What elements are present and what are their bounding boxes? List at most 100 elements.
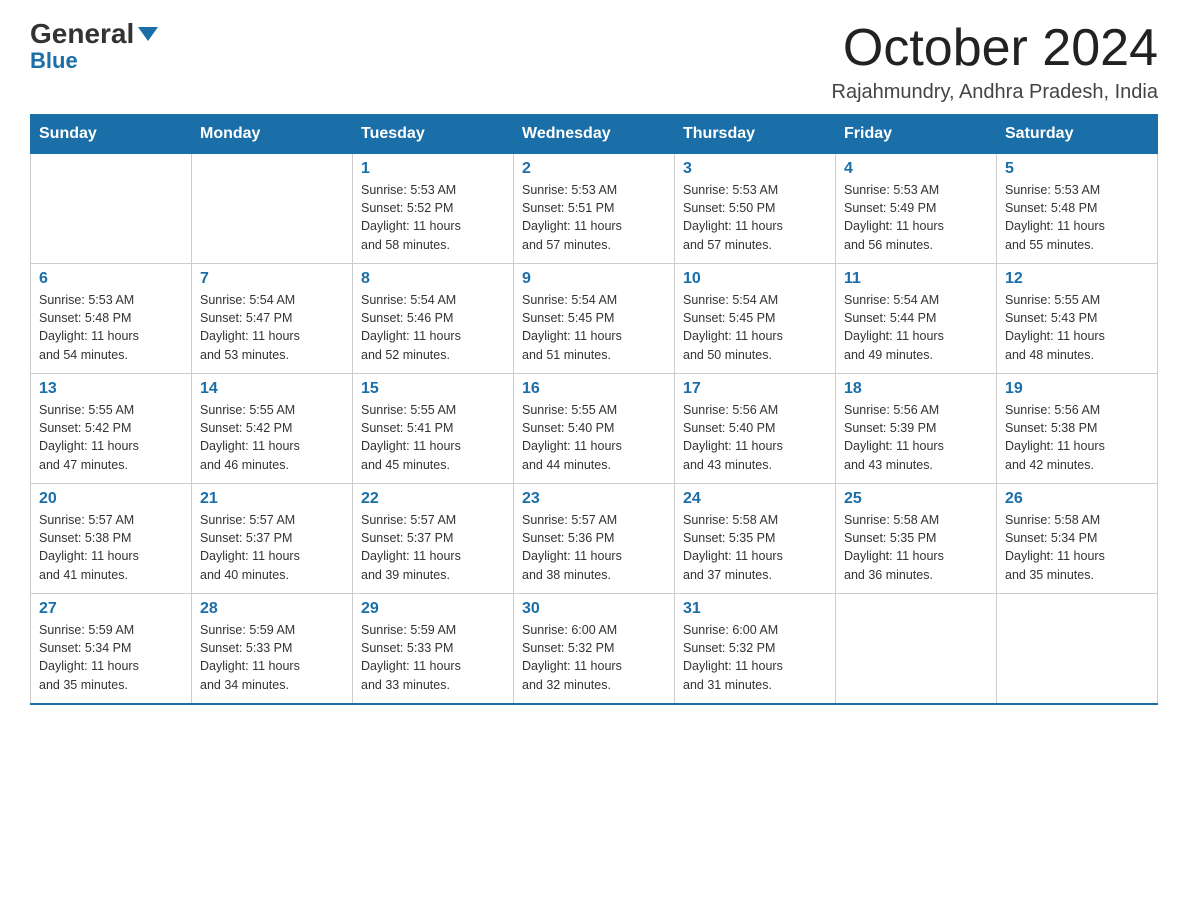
calendar-cell: 10 Sunrise: 5:54 AM Sunset: 5:45 PM Dayli… bbox=[675, 264, 836, 374]
day-number: 6 bbox=[39, 270, 183, 288]
day-info: Sunrise: 5:53 AM Sunset: 5:51 PM Dayligh… bbox=[522, 181, 666, 254]
calendar-cell: 30 Sunrise: 6:00 AM Sunset: 5:32 PM Dayli… bbox=[514, 594, 675, 704]
calendar-cell: 9 Sunrise: 5:54 AM Sunset: 5:45 PM Daylig… bbox=[514, 264, 675, 374]
calendar-cell: 31Sunrise: 6:00 AM Sunset: 5:32 PM Dayli… bbox=[675, 594, 836, 704]
calendar-cell bbox=[997, 594, 1158, 704]
day-number: 21 bbox=[200, 490, 344, 508]
day-number: 30 bbox=[522, 600, 666, 618]
day-number: 28 bbox=[200, 600, 344, 618]
day-info: Sunrise: 5:55 AM Sunset: 5:42 PM Dayligh… bbox=[200, 401, 344, 474]
day-number: 18 bbox=[844, 380, 988, 398]
day-info: Sunrise: 5:55 AM Sunset: 5:42 PM Dayligh… bbox=[39, 401, 183, 474]
page-header: General Blue October 2024 Rajahmundry, A… bbox=[30, 20, 1158, 104]
calendar-cell: 16Sunrise: 5:55 AM Sunset: 5:40 PM Dayli… bbox=[514, 374, 675, 484]
calendar-cell: 15Sunrise: 5:55 AM Sunset: 5:41 PM Dayli… bbox=[353, 374, 514, 484]
calendar-body: 1 Sunrise: 5:53 AM Sunset: 5:52 PM Daylig… bbox=[31, 154, 1158, 704]
day-number: 16 bbox=[522, 380, 666, 398]
calendar-cell: 3 Sunrise: 5:53 AM Sunset: 5:50 PM Daylig… bbox=[675, 154, 836, 264]
weekday-header-sunday: Sunday bbox=[31, 115, 192, 154]
day-info: Sunrise: 5:53 AM Sunset: 5:50 PM Dayligh… bbox=[683, 181, 827, 254]
calendar-week-2: 6 Sunrise: 5:53 AM Sunset: 5:48 PM Daylig… bbox=[31, 264, 1158, 374]
day-number: 25 bbox=[844, 490, 988, 508]
calendar-cell: 2Sunrise: 5:53 AM Sunset: 5:51 PM Daylig… bbox=[514, 154, 675, 264]
calendar-cell: 1 Sunrise: 5:53 AM Sunset: 5:52 PM Daylig… bbox=[353, 154, 514, 264]
day-number: 8 bbox=[361, 270, 505, 288]
calendar-cell: 29 Sunrise: 5:59 AM Sunset: 5:33 PM Dayli… bbox=[353, 594, 514, 704]
day-number: 27 bbox=[39, 600, 183, 618]
day-number: 20 bbox=[39, 490, 183, 508]
day-info: Sunrise: 5:53 AM Sunset: 5:49 PM Dayligh… bbox=[844, 181, 988, 254]
calendar-cell: 5 Sunrise: 5:53 AM Sunset: 5:48 PM Daylig… bbox=[997, 154, 1158, 264]
day-info: Sunrise: 5:56 AM Sunset: 5:40 PM Dayligh… bbox=[683, 401, 827, 474]
weekday-header-tuesday: Tuesday bbox=[353, 115, 514, 154]
calendar-cell: 23 Sunrise: 5:57 AM Sunset: 5:36 PM Dayli… bbox=[514, 484, 675, 594]
calendar-cell: 12 Sunrise: 5:55 AM Sunset: 5:43 PM Dayli… bbox=[997, 264, 1158, 374]
day-info: Sunrise: 5:58 AM Sunset: 5:34 PM Dayligh… bbox=[1005, 511, 1149, 584]
day-number: 22 bbox=[361, 490, 505, 508]
day-info: Sunrise: 5:59 AM Sunset: 5:33 PM Dayligh… bbox=[361, 621, 505, 694]
day-number: 13 bbox=[39, 380, 183, 398]
month-title: October 2024 bbox=[832, 20, 1159, 77]
calendar-cell: 17Sunrise: 5:56 AM Sunset: 5:40 PM Dayli… bbox=[675, 374, 836, 484]
weekday-header-monday: Monday bbox=[192, 115, 353, 154]
day-info: Sunrise: 5:54 AM Sunset: 5:44 PM Dayligh… bbox=[844, 291, 988, 364]
day-info: Sunrise: 5:54 AM Sunset: 5:46 PM Dayligh… bbox=[361, 291, 505, 364]
calendar-cell: 22 Sunrise: 5:57 AM Sunset: 5:37 PM Dayli… bbox=[353, 484, 514, 594]
day-number: 26 bbox=[1005, 490, 1149, 508]
calendar-cell: 28Sunrise: 5:59 AM Sunset: 5:33 PM Dayli… bbox=[192, 594, 353, 704]
day-info: Sunrise: 5:57 AM Sunset: 5:36 PM Dayligh… bbox=[522, 511, 666, 584]
day-info: Sunrise: 5:53 AM Sunset: 5:52 PM Dayligh… bbox=[361, 181, 505, 254]
calendar-table: SundayMondayTuesdayWednesdayThursdayFrid… bbox=[30, 114, 1158, 705]
day-number: 11 bbox=[844, 270, 988, 288]
logo-triangle-icon bbox=[138, 27, 158, 41]
day-number: 7 bbox=[200, 270, 344, 288]
calendar-cell: 19Sunrise: 5:56 AM Sunset: 5:38 PM Dayli… bbox=[997, 374, 1158, 484]
day-number: 12 bbox=[1005, 270, 1149, 288]
day-info: Sunrise: 5:53 AM Sunset: 5:48 PM Dayligh… bbox=[39, 291, 183, 364]
calendar-cell bbox=[836, 594, 997, 704]
location-title: Rajahmundry, Andhra Pradesh, India bbox=[832, 81, 1159, 104]
day-info: Sunrise: 6:00 AM Sunset: 5:32 PM Dayligh… bbox=[522, 621, 666, 694]
calendar-week-5: 27 Sunrise: 5:59 AM Sunset: 5:34 PM Dayli… bbox=[31, 594, 1158, 704]
day-info: Sunrise: 5:57 AM Sunset: 5:37 PM Dayligh… bbox=[200, 511, 344, 584]
day-info: Sunrise: 5:55 AM Sunset: 5:43 PM Dayligh… bbox=[1005, 291, 1149, 364]
calendar-cell: 11 Sunrise: 5:54 AM Sunset: 5:44 PM Dayli… bbox=[836, 264, 997, 374]
day-number: 9 bbox=[522, 270, 666, 288]
day-info: Sunrise: 5:59 AM Sunset: 5:34 PM Dayligh… bbox=[39, 621, 183, 694]
calendar-cell: 27 Sunrise: 5:59 AM Sunset: 5:34 PM Dayli… bbox=[31, 594, 192, 704]
calendar-cell: 21 Sunrise: 5:57 AM Sunset: 5:37 PM Dayli… bbox=[192, 484, 353, 594]
calendar-cell: 14Sunrise: 5:55 AM Sunset: 5:42 PM Dayli… bbox=[192, 374, 353, 484]
weekday-header-thursday: Thursday bbox=[675, 115, 836, 154]
calendar-cell: 7 Sunrise: 5:54 AM Sunset: 5:47 PM Daylig… bbox=[192, 264, 353, 374]
calendar-cell bbox=[31, 154, 192, 264]
day-info: Sunrise: 5:54 AM Sunset: 5:47 PM Dayligh… bbox=[200, 291, 344, 364]
calendar-cell: 20Sunrise: 5:57 AM Sunset: 5:38 PM Dayli… bbox=[31, 484, 192, 594]
day-info: Sunrise: 5:58 AM Sunset: 5:35 PM Dayligh… bbox=[844, 511, 988, 584]
day-info: Sunrise: 5:53 AM Sunset: 5:48 PM Dayligh… bbox=[1005, 181, 1149, 254]
day-info: Sunrise: 5:56 AM Sunset: 5:39 PM Dayligh… bbox=[844, 401, 988, 474]
logo: General Blue bbox=[30, 20, 158, 72]
calendar-week-1: 1 Sunrise: 5:53 AM Sunset: 5:52 PM Daylig… bbox=[31, 154, 1158, 264]
calendar-cell: 26 Sunrise: 5:58 AM Sunset: 5:34 PM Dayli… bbox=[997, 484, 1158, 594]
day-number: 1 bbox=[361, 160, 505, 178]
weekday-header-friday: Friday bbox=[836, 115, 997, 154]
day-info: Sunrise: 5:54 AM Sunset: 5:45 PM Dayligh… bbox=[683, 291, 827, 364]
day-number: 4 bbox=[844, 160, 988, 178]
day-number: 5 bbox=[1005, 160, 1149, 178]
day-info: Sunrise: 5:57 AM Sunset: 5:37 PM Dayligh… bbox=[361, 511, 505, 584]
day-number: 10 bbox=[683, 270, 827, 288]
logo-blue-text: Blue bbox=[30, 50, 78, 72]
day-number: 23 bbox=[522, 490, 666, 508]
calendar-cell: 8 Sunrise: 5:54 AM Sunset: 5:46 PM Daylig… bbox=[353, 264, 514, 374]
calendar-cell: 25 Sunrise: 5:58 AM Sunset: 5:35 PM Dayli… bbox=[836, 484, 997, 594]
day-number: 15 bbox=[361, 380, 505, 398]
calendar-cell: 4 Sunrise: 5:53 AM Sunset: 5:49 PM Daylig… bbox=[836, 154, 997, 264]
day-number: 29 bbox=[361, 600, 505, 618]
calendar-cell bbox=[192, 154, 353, 264]
day-info: Sunrise: 5:54 AM Sunset: 5:45 PM Dayligh… bbox=[522, 291, 666, 364]
calendar-cell: 6 Sunrise: 5:53 AM Sunset: 5:48 PM Daylig… bbox=[31, 264, 192, 374]
weekday-header-wednesday: Wednesday bbox=[514, 115, 675, 154]
weekday-header-row: SundayMondayTuesdayWednesdayThursdayFrid… bbox=[31, 115, 1158, 154]
calendar-header: SundayMondayTuesdayWednesdayThursdayFrid… bbox=[31, 115, 1158, 154]
day-number: 3 bbox=[683, 160, 827, 178]
